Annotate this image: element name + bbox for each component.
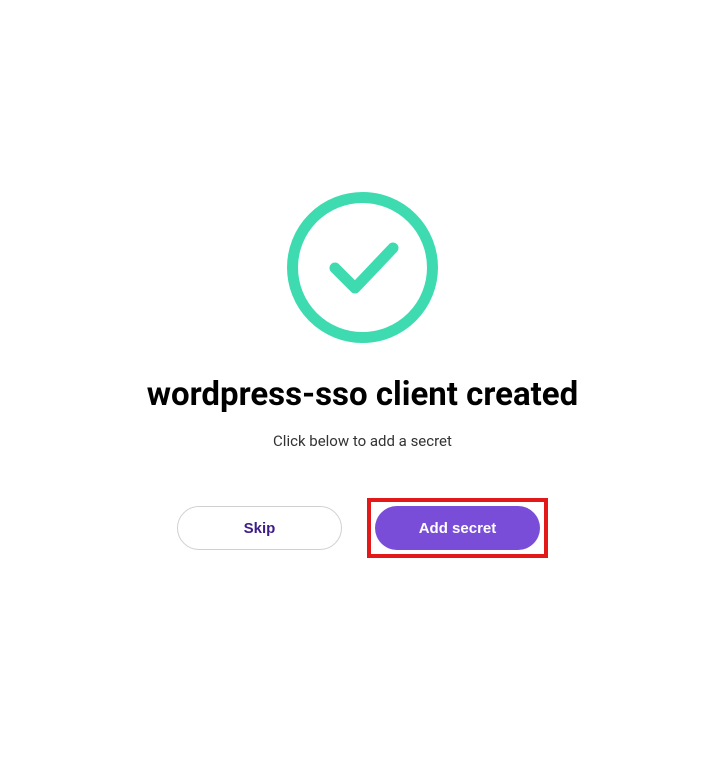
button-row: Skip Add secret	[177, 498, 548, 558]
highlight-box: Add secret	[367, 498, 548, 558]
skip-button[interactable]: Skip	[177, 506, 342, 550]
checkmark-icon	[285, 190, 440, 345]
success-panel: wordpress-sso client created Click below…	[147, 190, 578, 558]
success-subtitle: Click below to add a secret	[273, 432, 452, 450]
add-secret-button[interactable]: Add secret	[375, 506, 540, 550]
success-title: wordpress-sso client created	[147, 375, 578, 414]
